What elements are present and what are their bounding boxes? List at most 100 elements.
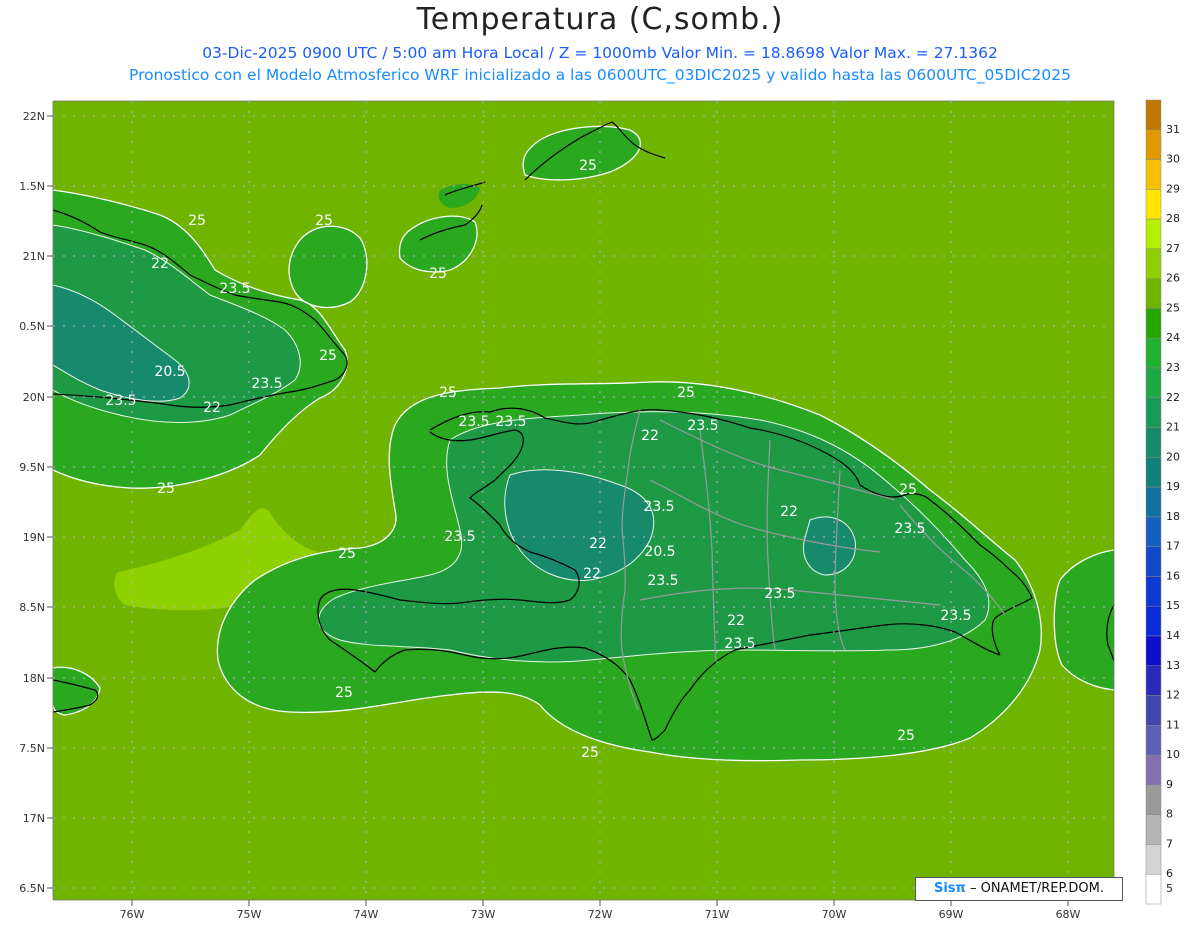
sispi-logo-text: Sisπ (933, 881, 966, 896)
contour-label: 23.5 (724, 636, 755, 652)
colorbar-swatch (1145, 427, 1162, 458)
lon-label: 71W (705, 908, 730, 921)
contour-label: 22 (780, 504, 798, 520)
contour-label: 22 (583, 566, 601, 582)
colorbar-swatch (1145, 665, 1162, 696)
colorbar-label: 20 (1166, 450, 1180, 463)
colorbar-label: 26 (1166, 272, 1180, 285)
contour-label: 25 (429, 266, 447, 282)
colorbar-swatch (1145, 248, 1162, 279)
lat-label: 7.5N (19, 742, 45, 755)
latitude-axis: 22N 1.5N 21N 0.5N 20N 9.5N 19N 8.5N 18N 7.5N 17N 6.… (19, 110, 53, 895)
contour-label: 25 (338, 546, 356, 562)
contour-label: 25 (319, 348, 337, 364)
colorbar-swatch (1145, 337, 1162, 369)
lat-label: 18N (23, 672, 45, 685)
colorbar-swatch (1145, 397, 1162, 428)
colorbar-swatch (1145, 635, 1162, 667)
contour-label: 23.5 (764, 586, 795, 602)
lat-label: 1.5N (19, 180, 45, 193)
contour-label: 22 (641, 428, 659, 444)
contour-label: 25 (581, 745, 599, 761)
colorbar-label: 28 (1166, 212, 1180, 225)
lon-label: 73W (471, 908, 496, 921)
contour-label: 25 (335, 685, 353, 701)
contour-label: 22 (151, 256, 169, 272)
contour-label: 23.5 (444, 529, 475, 545)
colorbar-label: 8 (1166, 808, 1173, 821)
colorbar-label: 15 (1166, 599, 1180, 612)
colorbar-label: 14 (1166, 629, 1180, 642)
colorbar-label: 16 (1166, 569, 1180, 582)
lat-label: 20N (23, 391, 45, 404)
colorbar-label: 6 (1166, 867, 1173, 880)
colorbar-label: 18 (1166, 510, 1180, 523)
lat-label: 9.5N (19, 461, 45, 474)
contour-label: 25 (157, 481, 175, 497)
colorbar-swatch (1145, 218, 1162, 250)
colorbar-swatch (1145, 99, 1162, 131)
lat-label: 6.5N (19, 882, 45, 895)
contour-label: 23.5 (458, 414, 489, 430)
contour-label: 25 (897, 728, 915, 744)
colorbar-label: 24 (1166, 331, 1180, 344)
lon-label: 68W (1056, 908, 1081, 921)
colorbar-swatch (1145, 129, 1162, 160)
lon-label: 75W (237, 908, 262, 921)
colorbar-swatch (1145, 278, 1162, 309)
colorbar-swatch (1145, 486, 1162, 518)
contour-label: 23.5 (251, 376, 282, 392)
colorbar-label: 19 (1166, 480, 1180, 493)
colorbar-swatch (1145, 784, 1162, 815)
colorbar-label: 12 (1166, 689, 1180, 702)
colorbar-label: 9 (1166, 778, 1173, 791)
contour-label: 25 (579, 158, 597, 174)
lon-label: 72W (588, 908, 613, 921)
contour-label: 23.5 (894, 521, 925, 537)
color-legend: 31 30 29 28 27 26 25 24 23 22 21 20 19 18 17 16 15 14 13 12… (1145, 99, 1180, 905)
contour-label: 22 (203, 400, 221, 416)
colorbar-swatch (1145, 516, 1162, 547)
colorbar-swatch (1145, 457, 1162, 488)
lat-label: 8.5N (19, 601, 45, 614)
contour-label: 25 (677, 385, 695, 401)
contour-label: 25 (188, 213, 206, 229)
longitude-axis: 76W 75W 74W 73W 72W 71W 70W 69W 68W (120, 900, 1081, 921)
colorbar-label: 25 (1166, 301, 1180, 314)
colorbar-swatch (1145, 844, 1162, 875)
contour-label: 22 (589, 536, 607, 552)
colorbar-label: 13 (1166, 659, 1180, 672)
temperature-map: 22N 1.5N 21N 0.5N 20N 9.5N 19N 8.5N 18N 7.5N 17N 6.… (19, 99, 1180, 921)
colorbar-swatch (1145, 725, 1162, 756)
colorbar-swatch (1145, 754, 1162, 786)
colorbar-swatch (1145, 546, 1162, 577)
contour-label: 22 (727, 613, 745, 629)
colorbar-label: 30 (1166, 153, 1180, 166)
colorbar-label: 21 (1166, 421, 1180, 434)
contour-label: 23.5 (940, 608, 971, 624)
contour-label: 23.5 (495, 414, 526, 430)
onamet-credit: – ONAMET/REP.DOM. (969, 881, 1104, 896)
contour-label: 25 (439, 385, 457, 401)
lon-label: 76W (120, 908, 145, 921)
colorbar-label: 22 (1166, 391, 1180, 404)
lat-label: 22N (23, 110, 45, 123)
colorbar-swatch (1145, 308, 1162, 339)
lat-label: 0.5N (19, 320, 45, 333)
colorbar-label: 5 (1166, 882, 1173, 895)
colorbar-swatch (1145, 159, 1162, 190)
lon-label: 70W (822, 908, 847, 921)
colorbar-label: 31 (1166, 123, 1180, 136)
contour-label: 25 (315, 213, 333, 229)
colorbar-swatch (1145, 814, 1162, 845)
contour-label: 23.5 (219, 281, 250, 297)
onamet-logo: Sisπ – ONAMET/REP.DOM. (915, 877, 1123, 901)
colorbar-label: 7 (1166, 837, 1173, 850)
colorbar-label: 27 (1166, 242, 1180, 255)
contour-label: 25 (899, 482, 917, 498)
colorbar-swatch (1145, 695, 1162, 726)
lat-label: 17N (23, 812, 45, 825)
lon-label: 69W (939, 908, 964, 921)
contour-label: 20.5 (154, 364, 185, 380)
contour-label: 23.5 (647, 573, 678, 589)
